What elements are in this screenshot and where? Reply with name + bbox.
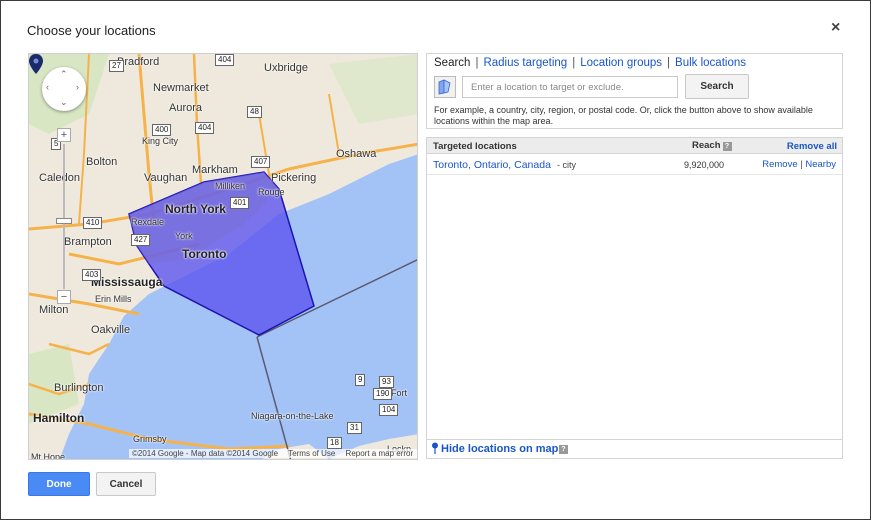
map-report-link[interactable]: Report a map error <box>346 449 414 458</box>
map-label-vaughan: Vaughan <box>144 172 188 184</box>
highway-shield: 404 <box>195 122 215 134</box>
location-search-input[interactable] <box>462 76 678 98</box>
map-area-icon <box>438 79 451 95</box>
map-pin-icon <box>432 442 438 454</box>
table-row: Toronto, Ontario, Canada - city 9,920,00… <box>427 155 842 175</box>
highway-shield: 31 <box>347 422 362 434</box>
tab-bulk-locations[interactable]: Bulk locations <box>675 57 746 69</box>
highway-shield: 403 <box>82 269 102 281</box>
map-terms-link[interactable]: Terms of Use <box>288 449 335 458</box>
done-button[interactable]: Done <box>28 472 90 496</box>
zoom-slider-track[interactable] <box>63 144 65 289</box>
zoom-in-button[interactable]: + <box>57 128 71 142</box>
dialog-title: Choose your locations <box>27 23 156 38</box>
map-label-rexdale: Rexdale <box>131 217 165 227</box>
row-actions: Remove | Nearby <box>762 159 836 170</box>
action-separator: | <box>800 159 803 170</box>
cancel-button[interactable]: Cancel <box>96 472 156 496</box>
map-label-newmarket: Newmarket <box>153 82 209 94</box>
pan-right-icon[interactable]: › <box>76 82 79 92</box>
map-label-uxbridge: Uxbridge <box>264 62 309 74</box>
map-label-mt-hope: Mt Hope <box>31 452 66 460</box>
highway-shield: 27 <box>109 60 124 72</box>
search-button[interactable]: Search <box>685 74 749 99</box>
map-label-brampton: Brampton <box>64 236 112 248</box>
map-pan-control[interactable]: ⌃ ⌄ ‹ › <box>42 67 86 111</box>
highway-shield: 401 <box>230 197 250 209</box>
targeted-footer: Hide locations on map ? <box>427 439 842 458</box>
map-label-caledon: Caledon <box>39 172 80 184</box>
map-label-king-city: King City <box>142 136 179 146</box>
targeted-locations-panel: Targeted locations Reach? Remove all Tor… <box>426 137 843 459</box>
highway-shield: 190 <box>373 388 393 400</box>
choose-locations-dialog: Choose your locations × Bradford Uxbridg… <box>0 0 871 520</box>
map-label-milliken: Milliken <box>215 181 246 191</box>
map-label-niagara: Niagara-on-the-Lake <box>251 411 334 421</box>
pan-down-icon[interactable]: ⌄ <box>60 97 68 108</box>
tab-location-groups[interactable]: Location groups <box>580 57 662 69</box>
map-copyright: ©2014 Google - Map data ©2014 Google <box>132 449 279 458</box>
map-label-hamilton: Hamilton <box>33 411 85 425</box>
map-label-oakville: Oakville <box>91 324 131 336</box>
highway-shield: 427 <box>131 234 151 246</box>
map-label-aurora: Aurora <box>169 102 203 114</box>
remove-all-link[interactable]: Remove all <box>787 141 837 152</box>
map-label-burlington: Burlington <box>54 382 104 394</box>
help-icon[interactable]: ? <box>559 445 568 454</box>
map-label-pickering: Pickering <box>271 172 317 184</box>
map-label-north-york: North York <box>165 202 226 216</box>
location-type: - city <box>557 160 576 170</box>
map-label-bolton: Bolton <box>86 156 118 168</box>
zoom-slider-handle[interactable] <box>56 218 72 224</box>
location-tabs: Search | Radius targeting | Location groups |… <box>434 57 746 69</box>
tab-separator: | <box>572 57 576 69</box>
highway-shield: 407 <box>251 156 271 168</box>
map[interactable]: Bradford Uxbridge Newmarket Aurora King … <box>28 53 418 460</box>
highway-shield: 9 <box>355 374 366 386</box>
map-label-rouge: Rouge <box>258 187 285 197</box>
zoom-out-button[interactable]: − <box>57 290 71 304</box>
highway-shield: 18 <box>327 437 342 449</box>
header-reach: Reach? <box>692 140 732 151</box>
search-hint: For example, a country, city, region, or… <box>434 105 813 126</box>
pan-up-icon[interactable]: ⌃ <box>60 69 68 80</box>
map-label-toronto: Toronto <box>182 247 227 261</box>
close-icon[interactable]: × <box>831 19 840 37</box>
targeted-table-header: Targeted locations Reach? Remove all <box>427 138 842 154</box>
highway-shield: 104 <box>379 404 399 416</box>
highway-shield: 400 <box>152 124 172 136</box>
map-label-grimsby: Grimsby <box>133 434 167 444</box>
nearby-link[interactable]: Nearby <box>805 159 836 170</box>
pan-left-icon[interactable]: ‹ <box>46 82 49 92</box>
map-label-erin-mills: Erin Mills <box>95 294 132 304</box>
tab-separator: | <box>475 57 479 69</box>
help-icon[interactable]: ? <box>722 142 732 151</box>
map-footer: ©2014 Google - Map data ©2014 Google Ter… <box>129 449 417 458</box>
map-label-milton: Milton <box>39 304 69 316</box>
location-reach: 9,920,000 <box>684 160 725 170</box>
highway-shield: 404 <box>215 54 235 66</box>
search-panel: Search | Radius targeting | Location groups |… <box>426 53 843 129</box>
map-label-oshawa: Oshawa <box>336 148 377 160</box>
header-reach-label: Reach <box>692 140 721 151</box>
header-targeted-locations: Targeted locations <box>433 141 517 152</box>
tab-separator: | <box>667 57 671 69</box>
map-label-markham: Markham <box>192 164 238 176</box>
map-area-button[interactable] <box>434 76 456 98</box>
tab-search[interactable]: Search <box>434 57 470 69</box>
map-label-york: York <box>175 231 193 241</box>
tab-radius-targeting[interactable]: Radius targeting <box>483 57 567 69</box>
targeted-location-link[interactable]: Toronto, Ontario, Canada <box>433 159 551 171</box>
location-pin-icon[interactable] <box>29 54 43 74</box>
map-label-fort: Fort <box>391 388 408 398</box>
map-label-mississauga: Mississauga <box>91 275 163 289</box>
highway-shield: 48 <box>247 106 262 118</box>
remove-link[interactable]: Remove <box>762 159 797 170</box>
highway-shield: 93 <box>379 376 394 388</box>
highway-shield: 410 <box>83 217 103 229</box>
hide-locations-link[interactable]: Hide locations on map <box>441 443 558 455</box>
